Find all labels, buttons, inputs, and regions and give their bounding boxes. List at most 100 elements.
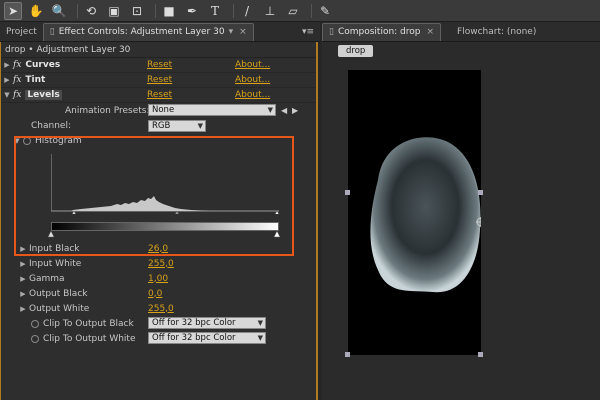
effect-name: Curves [25, 60, 61, 70]
param-row-gamma: ▶ Gamma 1,00 [1, 271, 317, 286]
collapse-arrow-icon[interactable]: ▼ [1, 91, 13, 99]
channel-label: Channel: [31, 121, 71, 131]
chevron-down-icon: ▼ [267, 106, 273, 114]
effect-name: Tint [25, 75, 46, 85]
dropdown-value: Off for 32 bpc Color [152, 333, 236, 343]
chevron-down-icon: ▼ [197, 122, 203, 130]
dropdown-value: Off for 32 bpc Color [152, 318, 236, 328]
lock-icon[interactable]: ▯ [329, 27, 334, 37]
tools-toolbar: ➤ ✋ 🔍 ⟲ ▣ ⊡ ■ ✒ T / ⊥ ▱ ✎ [0, 0, 600, 22]
composition-viewer[interactable] [348, 70, 486, 355]
channel-dropdown[interactable]: RGB ▼ [148, 120, 206, 132]
panel-menu-label: ▾≡ [301, 26, 314, 37]
selection-tool-icon[interactable]: ➤ [4, 1, 22, 20]
histogram-highlight-frame [14, 136, 294, 256]
param-value[interactable]: 255,0 [148, 259, 174, 269]
expand-arrow-icon[interactable]: ▶ [1, 76, 13, 84]
type-tool-icon[interactable]: T [206, 2, 224, 20]
tab-composition-label: Composition: drop [337, 27, 421, 37]
param-label: Input White [29, 258, 82, 269]
tab-project[interactable]: Project [0, 23, 43, 41]
animation-presets-value: None [152, 105, 175, 115]
param-row-clip-output-black: Clip To Output Black Off for 32 bpc Colo… [1, 316, 317, 331]
param-label: Clip To Output Black [43, 318, 134, 329]
toolbar-divider [311, 3, 312, 18]
toolbar-divider [233, 3, 234, 18]
composition-name-tab[interactable]: drop [338, 45, 374, 57]
expand-arrow-icon[interactable]: ▶ [1, 61, 13, 69]
param-value[interactable]: 255,0 [148, 304, 174, 314]
composition-panel: drop [322, 42, 600, 400]
camera-tool-icon[interactable]: ▣ [105, 2, 123, 20]
stopwatch-icon[interactable] [31, 319, 39, 328]
effect-row-tint[interactable]: ▶ fx Tint Reset About... [1, 73, 316, 88]
expand-arrow-icon[interactable]: ▶ [17, 290, 29, 298]
tab-flowchart-label: Flowchart: (none) [457, 26, 537, 37]
previous-preset-icon[interactable]: ◀ [281, 106, 287, 115]
channel-row: Channel: RGB ▼ [1, 118, 316, 134]
rectangle-tool-icon[interactable]: ■ [160, 2, 178, 20]
fx-icon[interactable]: fx [13, 75, 21, 85]
reset-link[interactable]: Reset [147, 60, 172, 70]
close-icon[interactable]: × [239, 27, 247, 37]
layer-handle-right[interactable] [478, 190, 483, 195]
expand-arrow-icon[interactable]: ▶ [17, 305, 29, 313]
param-row-input-white: ▶ Input White 255,0 [1, 256, 317, 271]
stopwatch-icon[interactable] [31, 334, 39, 343]
zoom-tool-icon[interactable]: 🔍 [50, 2, 68, 20]
pan-behind-tool-icon[interactable]: ⊡ [128, 2, 146, 20]
levels-parameters: ▶ Input Black 26,0 ▶ Input White 255,0 ▶… [1, 241, 317, 346]
brush-tool-icon[interactable]: / [238, 2, 256, 20]
rotate-tool-icon[interactable]: ⟲ [82, 2, 100, 20]
next-preset-icon[interactable]: ▶ [292, 106, 298, 115]
reset-link[interactable]: Reset [147, 90, 172, 100]
pen-tool-icon[interactable]: ✒ [183, 2, 201, 20]
about-link[interactable]: About... [235, 90, 270, 100]
param-row-clip-output-white: Clip To Output White Off for 32 bpc Colo… [1, 331, 317, 346]
panel-menu-button[interactable]: ▾≡ [296, 23, 320, 41]
puppet-pin-tool-icon[interactable]: ✎ [316, 2, 334, 20]
about-link[interactable]: About... [235, 75, 270, 85]
toolbar-divider [155, 3, 156, 18]
toolbar-divider [77, 3, 78, 18]
effect-row-curves[interactable]: ▶ fx Curves Reset About... [1, 58, 316, 73]
right-tab-bar: ▯ Composition: drop × Flowchart: (none) [322, 22, 600, 42]
param-label: Clip To Output White [43, 333, 136, 344]
left-tab-bar: Project ▯ Effect Controls: Adjustment La… [0, 22, 320, 42]
about-link[interactable]: About... [235, 60, 270, 70]
effect-controls-panel: drop • Adjustment Layer 30 ▶ fx Curves R… [0, 42, 318, 400]
param-row-output-black: ▶ Output Black 0,0 [1, 286, 317, 301]
animation-presets-row: Animation Presets: None ▼ ◀ ▶ [1, 103, 316, 118]
drop-shape-render [370, 137, 486, 293]
layer-handle-bottom-left[interactable] [345, 352, 350, 357]
breadcrumb: drop • Adjustment Layer 30 [1, 42, 316, 58]
chevron-down-icon[interactable]: ▾ [229, 27, 234, 37]
tab-flowchart[interactable]: Flowchart: (none) [451, 23, 542, 41]
animation-presets-label: Animation Presets: [65, 105, 150, 116]
fx-icon[interactable]: fx [13, 90, 21, 100]
close-icon[interactable]: × [427, 27, 435, 37]
clone-stamp-tool-icon[interactable]: ⊥ [261, 2, 279, 20]
chevron-down-icon: ▼ [257, 319, 263, 327]
drop-shape [370, 137, 481, 293]
reset-link[interactable]: Reset [147, 75, 172, 85]
tab-effect-controls[interactable]: ▯ Effect Controls: Adjustment Layer 30 ▾… [42, 22, 254, 41]
tab-project-label: Project [6, 26, 37, 37]
clip-output-white-dropdown[interactable]: Off for 32 bpc Color ▼ [148, 332, 266, 344]
tab-composition[interactable]: ▯ Composition: drop × [322, 22, 442, 41]
clip-output-black-dropdown[interactable]: Off for 32 bpc Color ▼ [148, 317, 266, 329]
animation-presets-dropdown[interactable]: None ▼ [148, 104, 276, 116]
fx-icon[interactable]: fx [13, 60, 21, 70]
param-value[interactable]: 0,0 [148, 289, 162, 299]
param-label: Gamma [29, 273, 65, 284]
expand-arrow-icon[interactable]: ▶ [17, 275, 29, 283]
hand-tool-icon[interactable]: ✋ [27, 2, 45, 20]
expand-arrow-icon[interactable]: ▶ [17, 260, 29, 268]
effect-row-levels[interactable]: ▼ fx Levels Reset About... [1, 88, 316, 103]
param-value[interactable]: 1,00 [148, 274, 168, 284]
eraser-tool-icon[interactable]: ▱ [284, 2, 302, 20]
layer-handle-left[interactable] [345, 190, 350, 195]
channel-value: RGB [152, 121, 171, 131]
layer-handle-bottom-right[interactable] [478, 352, 483, 357]
lock-icon[interactable]: ▯ [50, 27, 55, 37]
